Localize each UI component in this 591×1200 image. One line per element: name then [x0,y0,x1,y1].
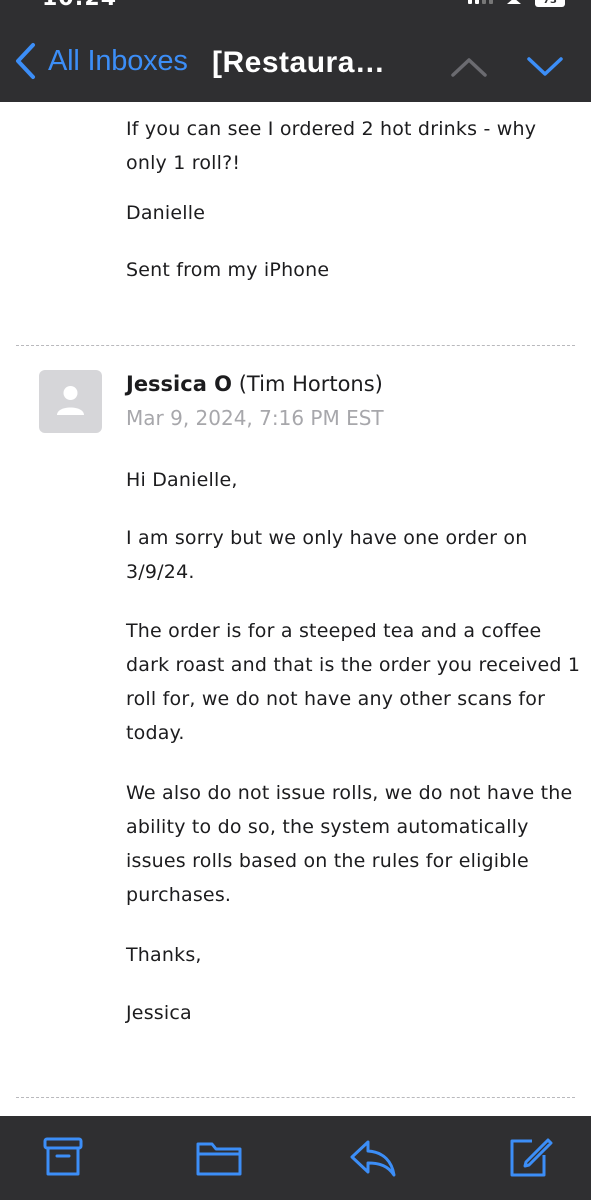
message-paragraph-2: The order is for a steeped tea and a cof… [126,614,581,750]
body-line: 3/9/24. [126,561,195,583]
body-line: purchases. [126,884,232,906]
body-line: today. [126,722,185,744]
body-line: ability to do so, the system automatical… [126,816,529,838]
chevron-down-icon [527,57,563,76]
body-line: roll for, we do not have any other scans… [126,688,546,710]
archive-icon [43,1137,83,1176]
compose-icon [510,1138,553,1177]
email-subject: [Restaura… [212,46,386,79]
battery-icon: 73 [535,0,565,7]
sender[interactable]: Jessica O (Tim Hortons) [126,372,383,396]
message-paragraph-3: We also do not issue rolls, we do not ha… [126,776,581,912]
sender-organization: (Tim Hortons) [238,372,383,396]
person-icon [57,386,84,415]
next-message-button[interactable] [526,56,564,82]
folder-icon [196,1142,242,1176]
avatar[interactable] [39,370,102,433]
back-button[interactable]: All Inboxes [14,42,188,80]
reply-button[interactable] [348,1136,396,1180]
body-line: dark roast and that is the order you rec… [126,654,581,676]
sender-name: Jessica O [126,372,233,396]
move-to-folder-button[interactable] [194,1136,242,1180]
reply-icon [350,1140,396,1177]
body-line: I am sorry but we only have one order on [126,527,528,549]
cellular-signal-icon [468,0,493,4]
message-date: Mar 9, 2024, 7:16 PM EST [126,406,384,430]
message-divider [16,345,575,346]
archive-button[interactable] [40,1136,88,1180]
navigation-bar: 10:24 73 All Inboxes [Restaura… [0,0,591,102]
chevron-up-icon [451,58,487,77]
quoted-sent-from: Sent from my iPhone [126,259,330,281]
body-line: issues rolls based on the rules for elig… [126,850,529,872]
bottom-toolbar [0,1116,591,1200]
back-label: All Inboxes [48,44,188,77]
quoted-line: only 1 roll?! [126,152,241,174]
body-line: We also do not issue rolls, we do not ha… [126,782,573,804]
message-divider [16,1097,575,1098]
message-closing: Thanks, [126,944,202,966]
wifi-icon [507,0,521,4]
quoted-line: If you can see I ordered 2 hot drinks - … [126,118,537,140]
body-line: The order is for a steeped tea and a cof… [126,620,542,642]
message-paragraph-1: I am sorry but we only have one order on… [126,521,581,589]
message-signature: Jessica [126,1002,192,1024]
chevron-left-icon [16,43,35,79]
compose-button[interactable] [506,1136,554,1180]
quoted-message-text: If you can see I ordered 2 hot drinks - … [126,112,581,180]
message-greeting: Hi Danielle, [126,469,238,491]
previous-message-button[interactable] [450,56,488,82]
status-icons: 73 [468,0,565,7]
status-time: 10:24 [42,0,117,11]
quoted-signature: Danielle [126,202,206,224]
